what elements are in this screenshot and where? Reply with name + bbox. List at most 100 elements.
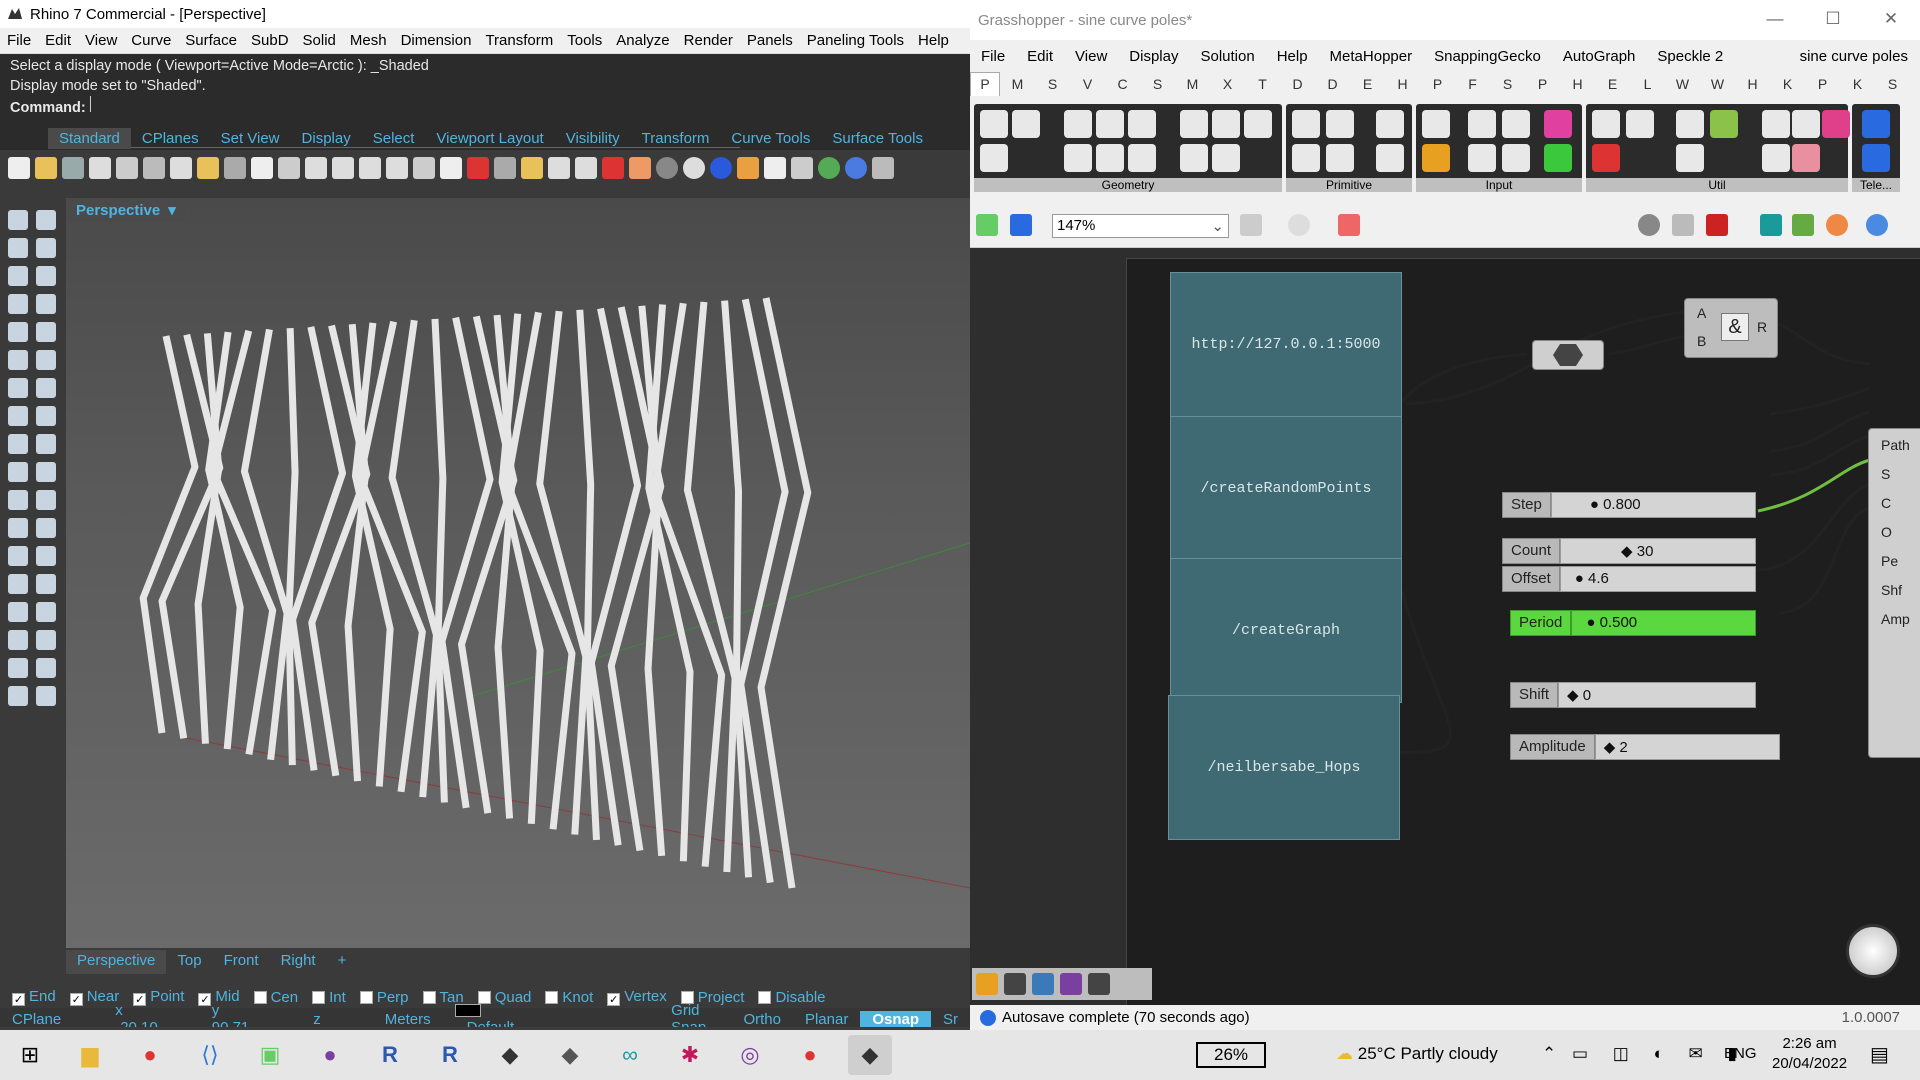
slider-input-icon[interactable] — [1502, 110, 1530, 138]
rhino-menu-transform[interactable]: Transform — [478, 32, 560, 49]
checkbox[interactable] — [758, 990, 772, 1004]
select-icon[interactable] — [8, 210, 28, 230]
brep-param-icon[interactable] — [1180, 110, 1208, 138]
paste-icon[interactable] — [197, 157, 219, 179]
checkbox[interactable] — [312, 990, 326, 1004]
add-viewport-button[interactable]: + — [327, 950, 358, 974]
checkbox[interactable]: ✓ — [12, 993, 25, 1006]
gh-menu-view[interactable]: View — [1064, 48, 1118, 65]
plane-param-icon[interactable] — [1128, 144, 1156, 172]
tab-visibility[interactable]: Visibility — [555, 128, 631, 149]
mesh-icon[interactable] — [8, 686, 28, 706]
slider-step[interactable]: Step ● 0.800 — [1502, 492, 1756, 518]
sketch-pen-icon[interactable] — [1338, 214, 1360, 236]
gh-menu-display[interactable]: Display — [1118, 48, 1189, 65]
rhino-menu-panels[interactable]: Panels — [740, 32, 800, 49]
gh-tab[interactable]: K — [1840, 76, 1875, 92]
minimize-icon[interactable]: — — [1746, 0, 1804, 38]
move-icon[interactable] — [8, 462, 28, 482]
preview-shaded-icon[interactable] — [1672, 214, 1694, 236]
gh-canvas[interactable]: http://127.0.0.1:5000 /createRandomPoint… — [970, 248, 1920, 1005]
snowflake-icon[interactable] — [1762, 144, 1790, 172]
flask-icon[interactable] — [1822, 110, 1850, 138]
status-grid-snap[interactable]: Grid Snap — [659, 1002, 731, 1027]
tab-curve-tools[interactable]: Curve Tools — [720, 128, 821, 149]
mesh-param-icon[interactable] — [1212, 110, 1240, 138]
viewport-menu-icon[interactable]: ▾ — [168, 201, 176, 219]
hops-icon[interactable] — [1710, 110, 1738, 138]
box-icon[interactable] — [8, 378, 28, 398]
material-icon[interactable] — [602, 157, 624, 179]
vscode-icon[interactable]: ⟨⟩ — [188, 1035, 232, 1075]
tray-icons[interactable]: ▭ ◫ ◐ ✉ ▮ — [1572, 1044, 1747, 1064]
preview-eye-icon[interactable] — [1288, 214, 1310, 236]
panel-input-icon[interactable] — [1468, 110, 1496, 138]
lock-icon[interactable] — [575, 157, 597, 179]
canvas-compass-icon[interactable] — [1846, 924, 1900, 978]
cherry-icon[interactable] — [1592, 144, 1620, 172]
tab-cplanes[interactable]: CPlanes — [131, 128, 210, 149]
arc-icon[interactable] — [8, 294, 28, 314]
osnap-knot[interactable]: Knot — [545, 989, 593, 1006]
viewport-tab-top[interactable]: Top — [166, 950, 212, 974]
surface-icon[interactable] — [8, 350, 28, 370]
pycharm-icon[interactable]: ▣ — [248, 1035, 292, 1075]
gh-tab[interactable]: X — [1210, 76, 1245, 92]
checkbox[interactable] — [422, 990, 436, 1004]
toolbar-options-icon[interactable] — [872, 157, 894, 179]
text-param-icon[interactable] — [1326, 144, 1354, 172]
shaded-sphere-icon[interactable] — [683, 157, 705, 179]
command-input[interactable] — [89, 96, 690, 112]
help-icon[interactable] — [845, 157, 867, 179]
rhino-menu-mesh[interactable]: Mesh — [343, 32, 394, 49]
pole-curve[interactable] — [438, 316, 494, 809]
gh-tab[interactable]: P — [1525, 76, 1560, 92]
checkbox[interactable] — [545, 990, 559, 1004]
four-viewports-icon[interactable] — [440, 157, 462, 179]
grid-tools-icon[interactable] — [791, 157, 813, 179]
rectangle-icon[interactable] — [36, 238, 56, 258]
perspective-viewport[interactable] — [66, 198, 970, 948]
rhino-menu-view[interactable]: View — [78, 32, 124, 49]
gh-tab[interactable]: D — [1280, 76, 1315, 92]
zoom-icon[interactable] — [305, 157, 327, 179]
data-param-icon[interactable] — [1376, 144, 1404, 172]
circle-icon[interactable] — [8, 266, 28, 286]
preview-selected-icon[interactable] — [1706, 214, 1728, 236]
viber-icon[interactable]: ◎ — [728, 1035, 772, 1075]
tele-component-icon[interactable] — [1862, 110, 1890, 138]
undo-view-icon[interactable] — [413, 157, 435, 179]
gh-menu-edit[interactable]: Edit — [1016, 48, 1064, 65]
curve-param-icon[interactable] — [1096, 110, 1124, 138]
status-units[interactable]: Meters — [373, 1011, 443, 1028]
tab-set-view[interactable]: Set View — [210, 128, 291, 149]
util-component-icon[interactable] — [1592, 110, 1620, 138]
slider-track[interactable]: ◆ 30 — [1560, 538, 1756, 564]
pole-curve[interactable] — [240, 328, 291, 761]
button-input-icon[interactable] — [1468, 144, 1496, 172]
tab-display[interactable]: Display — [291, 128, 362, 149]
viewport-title[interactable]: Perspective ▾ — [66, 198, 186, 222]
slider-count[interactable]: Count ◆ 30 — [1502, 538, 1756, 564]
gh-tab[interactable]: H — [1560, 76, 1595, 92]
group-icon[interactable] — [8, 490, 28, 510]
osnap-int[interactable]: Int — [312, 989, 346, 1006]
scale-icon[interactable] — [36, 602, 56, 622]
integer-param-icon[interactable] — [1326, 110, 1354, 138]
rhino-active-icon[interactable]: ◆ — [848, 1035, 892, 1075]
boolean-param-icon[interactable] — [1292, 110, 1320, 138]
slider-amplitude[interactable]: Amplitude ◆ 2 — [1510, 734, 1780, 760]
slider-period[interactable]: Period ● 0.500 — [1510, 610, 1756, 636]
rhino-menu-dimension[interactable]: Dimension — [394, 32, 479, 49]
array-icon[interactable] — [8, 574, 28, 594]
rotate-icon[interactable] — [36, 462, 56, 482]
tab-standard[interactable]: Standard — [48, 128, 131, 149]
zoom-dropdown[interactable]: 147% ⌄ — [1052, 214, 1229, 238]
pole-curve[interactable] — [285, 328, 299, 766]
rhino-menu-file[interactable]: File — [0, 32, 38, 49]
gh-tab[interactable]: F — [1455, 76, 1490, 92]
display-mesh-icon[interactable] — [1760, 214, 1782, 236]
tele-component-icon[interactable] — [1862, 144, 1890, 172]
rhino-menu-paneling-tools[interactable]: Paneling Tools — [800, 32, 911, 49]
render-icon[interactable] — [737, 157, 759, 179]
